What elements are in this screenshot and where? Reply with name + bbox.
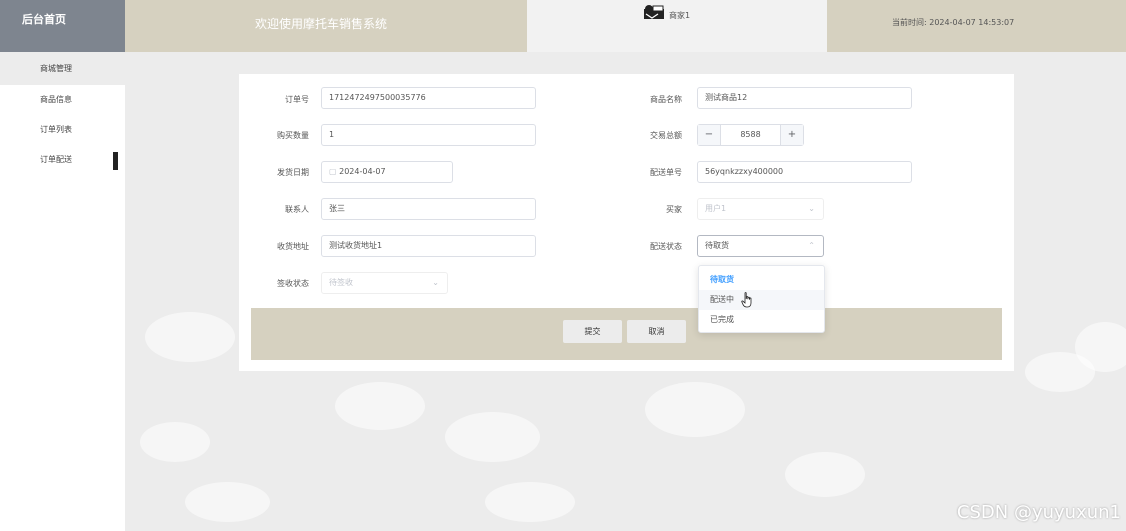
sidebar-item-product-info[interactable]: 商品信息: [0, 85, 125, 115]
chevron-down-icon: ⌄: [432, 278, 439, 287]
home-link[interactable]: 后台首页: [0, 0, 125, 52]
product-name-input[interactable]: 测试商品12: [697, 87, 912, 109]
sign-status-label: 签收状态: [277, 279, 309, 288]
delivery-no-input[interactable]: 56yqnkzzxy400000: [697, 161, 912, 183]
address-input[interactable]: 测试收货地址1: [321, 235, 536, 257]
bg-bubble: [335, 382, 425, 430]
bg-bubble: [185, 482, 270, 522]
quantity-label: 购买数量: [277, 131, 309, 140]
bg-bubble: [145, 312, 235, 362]
time-value: 2024-04-07 14:53:07: [929, 18, 1015, 27]
quantity-input[interactable]: 1: [321, 124, 536, 146]
bg-bubble: [445, 412, 540, 462]
form-actions: 提交 取消: [251, 308, 1002, 360]
watermark: CSDN @yuyuxun1: [956, 502, 1121, 523]
contact-label: 联系人: [285, 205, 309, 214]
bg-bubble: [645, 382, 745, 437]
ship-date-value: 2024-04-07: [339, 167, 386, 176]
dropdown-option[interactable]: 配送中: [699, 290, 824, 310]
buyer-value: 用户1: [705, 204, 727, 213]
top-header: 后台首页 欢迎使用摩托车销售系统 商家1 当前时间: 2024-04-07 14…: [0, 0, 1126, 52]
sidebar: 商城管理 商品信息 订单列表 订单配送: [0, 52, 125, 531]
sidebar-item-order-list[interactable]: 订单列表: [0, 115, 125, 145]
buyer-select: 用户1 ⌄: [697, 198, 824, 220]
user-name: 商家1: [669, 11, 691, 20]
sidebar-item-order-delivery[interactable]: 订单配送: [0, 145, 125, 175]
bg-bubble: [485, 482, 575, 522]
order-no-label: 订单号: [285, 95, 309, 104]
decrement-button[interactable]: −: [698, 125, 721, 145]
contact-input[interactable]: 张三: [321, 198, 536, 220]
delivery-no-label: 配送单号: [650, 168, 682, 177]
total-value[interactable]: 8588: [721, 125, 780, 145]
chevron-down-icon: ⌄: [808, 204, 815, 213]
sign-status-select: 待签收 ⌄: [321, 272, 448, 294]
user-avatar-icon: [644, 5, 664, 19]
delivery-status-value: 待取货: [705, 241, 729, 250]
product-name-label: 商品名称: [650, 95, 682, 104]
ship-date-label: 发货日期: [277, 168, 309, 177]
delivery-form: 订单号 1712472497500035776 商品名称 测试商品12 购买数量…: [239, 74, 1014, 371]
address-label: 收货地址: [277, 242, 309, 251]
increment-button[interactable]: +: [780, 125, 803, 145]
cancel-button[interactable]: 取消: [627, 320, 686, 343]
order-no-input[interactable]: 1712472497500035776: [321, 87, 536, 109]
delivery-status-dropdown: 待取货 配送中 已完成: [698, 265, 825, 333]
ship-date-picker[interactable]: ▢ 2024-04-07: [321, 161, 453, 183]
sidebar-item-label: 商品信息: [40, 95, 72, 104]
total-label: 交易总额: [650, 131, 682, 140]
buyer-label: 买家: [666, 205, 682, 214]
time-label: 当前时间:: [892, 18, 927, 27]
calendar-icon: ▢: [329, 167, 337, 176]
bg-bubble: [140, 422, 210, 462]
sidebar-item-mall-management[interactable]: 商城管理: [0, 52, 125, 85]
dropdown-option[interactable]: 待取货: [699, 270, 824, 290]
active-marker: [113, 152, 118, 170]
bg-bubble: [785, 452, 865, 497]
system-title: 欢迎使用摩托车销售系统: [125, 0, 527, 52]
delivery-status-label: 配送状态: [650, 242, 682, 251]
sign-status-value: 待签收: [329, 278, 353, 287]
sidebar-item-label: 商城管理: [40, 64, 72, 73]
sidebar-item-label: 订单配送: [40, 155, 72, 164]
chevron-up-icon: ⌃: [808, 241, 815, 250]
dropdown-option[interactable]: 已完成: [699, 310, 824, 330]
current-time: 当前时间: 2024-04-07 14:53:07: [827, 0, 1126, 52]
hand-cursor-icon: [741, 292, 752, 308]
delivery-status-select[interactable]: 待取货 ⌃: [697, 235, 824, 257]
sidebar-item-label: 订单列表: [40, 125, 72, 134]
user-info[interactable]: 商家1: [527, 0, 827, 52]
submit-button[interactable]: 提交: [563, 320, 622, 343]
bg-bubble: [1075, 322, 1126, 372]
total-stepper[interactable]: − 8588 +: [697, 124, 804, 146]
